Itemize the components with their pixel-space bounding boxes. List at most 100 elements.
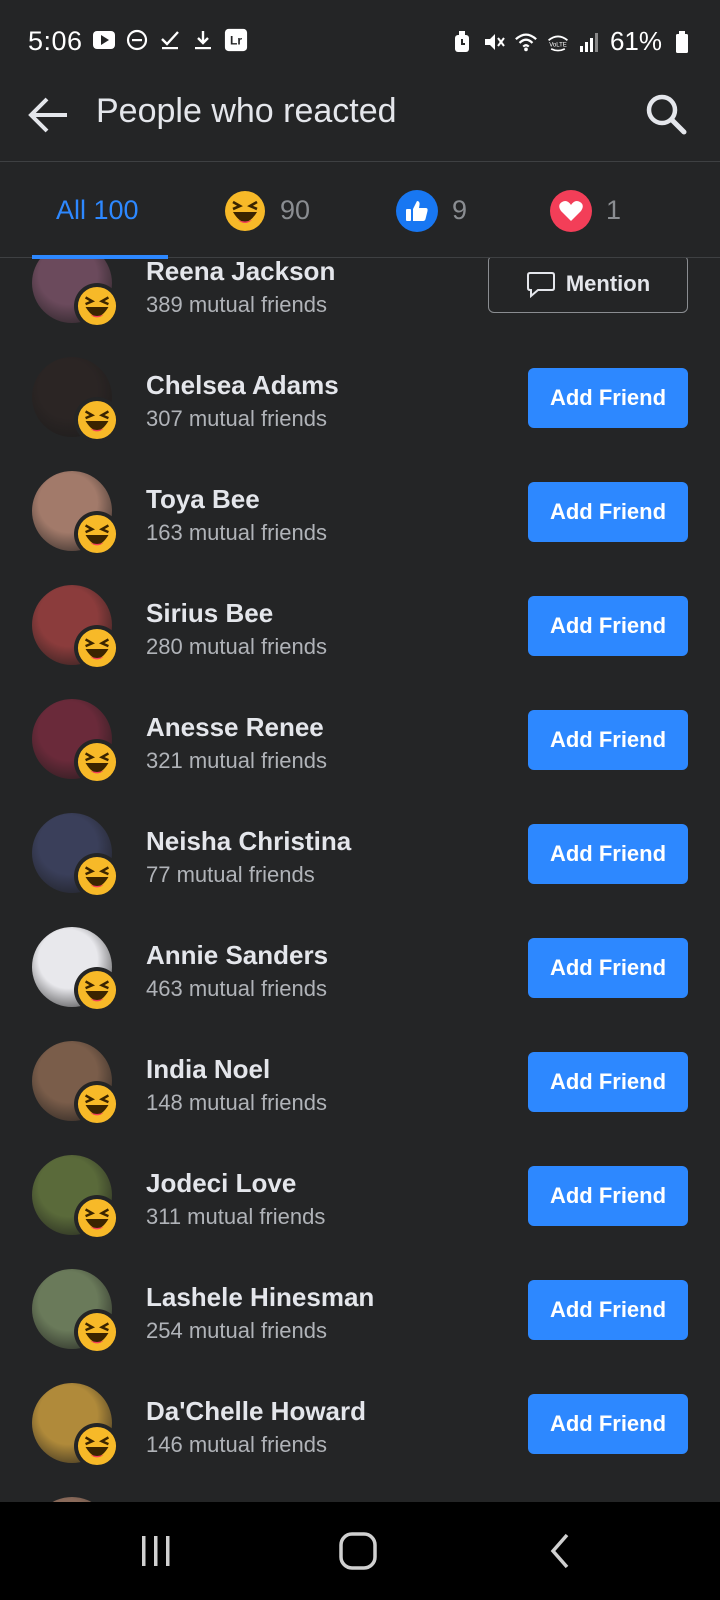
volte-icon: VoLTE: [546, 30, 570, 54]
battery-icon: [670, 30, 694, 54]
add-friend-button[interactable]: Add Friend: [528, 938, 688, 998]
person-name[interactable]: Da'Chelle Howard: [146, 1396, 366, 1427]
like-icon: [396, 189, 438, 232]
tab-all-label: All 100: [56, 195, 139, 225]
tab-like[interactable]: 9: [396, 163, 467, 258]
mutual-friends: 146 mutual friends: [146, 1432, 327, 1457]
person-name[interactable]: Neisha Christina: [146, 826, 351, 857]
person-name[interactable]: India Noel: [146, 1054, 270, 1085]
person-name[interactable]: Lashele Hinesman: [146, 1282, 374, 1313]
list-item[interactable]: India Noel 148 mutual friends Add Friend: [0, 1024, 720, 1138]
list-item[interactable]: Anesse Renee 321 mutual friends Add Friend: [0, 682, 720, 796]
download-icon: [191, 28, 215, 52]
mutual-friends: 163 mutual friends: [146, 520, 327, 545]
person-name[interactable]: Reena Jackson: [146, 258, 335, 287]
back-icon: [550, 1533, 569, 1569]
mutual-friends: 254 mutual friends: [146, 1318, 327, 1343]
add-friend-button[interactable]: Add Friend: [528, 1394, 688, 1454]
list-item[interactable]: Reena Jackson 389 mutual friends Mention: [0, 258, 720, 340]
haha-icon: [74, 1195, 120, 1241]
page-title: People who reacted: [96, 92, 397, 130]
person-name[interactable]: Chelsea Adams: [146, 370, 339, 401]
add-friend-button[interactable]: Add Friend: [528, 1166, 688, 1226]
dnd-icon: [125, 28, 149, 52]
mutual-friends: 311 mutual friends: [146, 1204, 326, 1229]
person-name[interactable]: Anesse Renee: [146, 712, 324, 743]
add-friend-button[interactable]: Add Friend: [528, 1052, 688, 1112]
haha-icon: [74, 397, 120, 443]
haha-icon: [74, 853, 120, 899]
list-item[interactable]: Neisha Christina 77 mutual friends Add Fri…: [0, 796, 720, 910]
add-friend-button[interactable]: Add Friend: [528, 596, 688, 656]
status-right-icons: VoLTE 61%: [450, 26, 694, 57]
list-item[interactable]: Toya Bee 163 mutual friends Add Friend: [0, 454, 720, 568]
tab-love-count: 1: [606, 195, 622, 225]
status-left-icons: Lr: [92, 28, 248, 52]
person-name[interactable]: Jodeci Love: [146, 1168, 296, 1199]
alarm-icon: [450, 30, 474, 54]
tab-haha[interactable]: 90: [224, 163, 310, 258]
search-button[interactable]: [640, 88, 692, 140]
haha-icon: [74, 1423, 120, 1469]
wifi-icon: [514, 30, 538, 54]
back-button[interactable]: [24, 90, 74, 140]
arrow-left-icon: [28, 97, 67, 133]
haha-icon: [74, 967, 120, 1013]
haha-icon: [74, 739, 120, 785]
recent-apps-icon: [142, 1536, 170, 1566]
list-item[interactable]: Da'Chelle Howard 146 mutual friends Add Fr…: [0, 1366, 720, 1480]
mutual-friends: 321 mutual friends: [146, 748, 327, 773]
list-item[interactable]: Annie Sanders 463 mutual friends Add Frien…: [0, 910, 720, 1024]
mute-icon: [482, 30, 506, 54]
mutual-friends: 148 mutual friends: [146, 1090, 327, 1115]
recent-apps-button[interactable]: [126, 1526, 186, 1576]
list-item[interactable]: Adell Buffa YarbroughAdd Friend: [0, 1480, 720, 1502]
check-icon: [158, 28, 182, 52]
mutual-friends: 389 mutual friends: [146, 292, 327, 317]
mention-label: Mention: [565, 271, 651, 296]
haha-icon: [74, 283, 120, 329]
status-bar: 5:06 Lr VoLTE 61%: [0, 0, 720, 84]
list-item[interactable]: Lashele Hinesman 254 mutual friends Add Fr…: [0, 1252, 720, 1366]
speech-bubble-icon: [526, 270, 556, 298]
reactors-list: Reena Jackson 389 mutual friends Mention Ch…: [0, 258, 720, 1502]
tab-all[interactable]: All 100: [56, 163, 139, 258]
person-name[interactable]: Toya Bee: [146, 484, 260, 515]
add-friend-button[interactable]: Add Friend: [528, 710, 688, 770]
haha-icon: [74, 625, 120, 671]
search-icon: [646, 94, 687, 135]
lightroom-label: Lr: [230, 34, 242, 48]
home-button[interactable]: [328, 1526, 388, 1576]
tab-like-count: 9: [452, 195, 468, 225]
tab-haha-count: 90: [280, 195, 311, 225]
add-friend-button[interactable]: Add Friend: [528, 482, 688, 542]
status-time: 5:06: [28, 26, 83, 56]
person-name[interactable]: Annie Sanders: [146, 940, 328, 971]
mutual-friends: 280 mutual friends: [146, 634, 327, 659]
svg-text:VoLTE: VoLTE: [549, 42, 567, 48]
home-icon: [339, 1532, 377, 1570]
mutual-friends: 307 mutual friends: [146, 406, 327, 431]
tab-love[interactable]: 1: [550, 163, 621, 258]
lightroom-icon: Lr: [224, 28, 248, 52]
mention-button[interactable]: Mention: [488, 258, 688, 313]
haha-icon: [74, 511, 120, 557]
list-item[interactable]: Chelsea Adams 307 mutual friends Add Frien…: [0, 340, 720, 454]
app-header: People who reacted: [0, 84, 720, 162]
list-item[interactable]: Sirius Bee 280 mutual friends Add Friend: [0, 568, 720, 682]
signal-icon: [578, 30, 602, 54]
battery-percentage: 61%: [609, 26, 662, 56]
active-tab-indicator: [32, 255, 168, 259]
list-item[interactable]: Jodeci Love 311 mutual friends Add Friend: [0, 1138, 720, 1252]
youtube-icon: [92, 28, 116, 52]
mutual-friends: 77 mutual friends: [146, 862, 315, 887]
haha-icon: [74, 1309, 120, 1355]
person-name[interactable]: Sirius Bee: [146, 598, 273, 629]
add-friend-button[interactable]: Add Friend: [528, 824, 688, 884]
reaction-tabs: All 100 90 9 1: [0, 163, 720, 259]
add-friend-button[interactable]: Add Friend: [528, 368, 688, 428]
add-friend-button[interactable]: Add Friend: [528, 1280, 688, 1340]
mutual-friends: 463 mutual friends: [146, 976, 327, 1001]
system-back-button[interactable]: [530, 1526, 590, 1576]
system-navbar: [0, 1502, 720, 1600]
